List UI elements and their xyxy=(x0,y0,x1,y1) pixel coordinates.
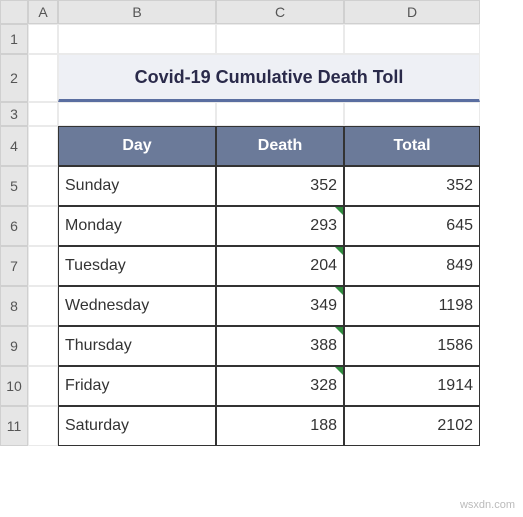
cell-d3[interactable] xyxy=(344,102,480,126)
cell-total-3[interactable]: 1198 xyxy=(344,286,480,326)
th-day[interactable]: Day xyxy=(58,126,216,166)
row-header-10[interactable]: 10 xyxy=(0,366,28,406)
cell-a6[interactable] xyxy=(28,206,58,246)
cell-death-0[interactable]: 352 xyxy=(216,166,344,206)
cell-death-5[interactable]: 328 xyxy=(216,366,344,406)
cell-death-2[interactable]: 204 xyxy=(216,246,344,286)
cell-a7[interactable] xyxy=(28,246,58,286)
row-header-8[interactable]: 8 xyxy=(0,286,28,326)
row-header-5[interactable]: 5 xyxy=(0,166,28,206)
row-header-11[interactable]: 11 xyxy=(0,406,28,446)
th-total[interactable]: Total xyxy=(344,126,480,166)
cell-day-3[interactable]: Wednesday xyxy=(58,286,216,326)
cell-total-6[interactable]: 2102 xyxy=(344,406,480,446)
row-header-1[interactable]: 1 xyxy=(0,24,28,54)
col-header-d[interactable]: D xyxy=(344,0,480,24)
cell-a4[interactable] xyxy=(28,126,58,166)
row-header-9[interactable]: 9 xyxy=(0,326,28,366)
cell-a3[interactable] xyxy=(28,102,58,126)
cell-b1[interactable] xyxy=(58,24,216,54)
cell-total-1[interactable]: 645 xyxy=(344,206,480,246)
col-header-b[interactable]: B xyxy=(58,0,216,24)
row-header-4[interactable]: 4 xyxy=(0,126,28,166)
cell-death-1[interactable]: 293 xyxy=(216,206,344,246)
cell-d1[interactable] xyxy=(344,24,480,54)
row-header-2[interactable]: 2 xyxy=(0,54,28,102)
cell-day-2[interactable]: Tuesday xyxy=(58,246,216,286)
cell-c3[interactable] xyxy=(216,102,344,126)
cell-death-3[interactable]: 349 xyxy=(216,286,344,326)
cell-day-5[interactable]: Friday xyxy=(58,366,216,406)
cell-total-0[interactable]: 352 xyxy=(344,166,480,206)
cell-a10[interactable] xyxy=(28,366,58,406)
th-death[interactable]: Death xyxy=(216,126,344,166)
cell-total-2[interactable]: 849 xyxy=(344,246,480,286)
col-header-a[interactable]: A xyxy=(28,0,58,24)
cell-total-5[interactable]: 1914 xyxy=(344,366,480,406)
col-header-c[interactable]: C xyxy=(216,0,344,24)
cell-c1[interactable] xyxy=(216,24,344,54)
row-header-3[interactable]: 3 xyxy=(0,102,28,126)
cell-day-0[interactable]: Sunday xyxy=(58,166,216,206)
select-all-corner[interactable] xyxy=(0,0,28,24)
watermark: wsxdn.com xyxy=(460,499,515,511)
title-cell[interactable]: Covid-19 Cumulative Death Toll xyxy=(58,54,480,102)
row-header-6[interactable]: 6 xyxy=(0,206,28,246)
cell-day-1[interactable]: Monday xyxy=(58,206,216,246)
cell-death-6[interactable]: 188 xyxy=(216,406,344,446)
cell-a2[interactable] xyxy=(28,54,58,102)
cell-day-4[interactable]: Thursday xyxy=(58,326,216,366)
cell-day-6[interactable]: Saturday xyxy=(58,406,216,446)
cell-b3[interactable] xyxy=(58,102,216,126)
cell-a1[interactable] xyxy=(28,24,58,54)
spreadsheet-grid[interactable]: A B C D 1 2 Covid-19 Cumulative Death To… xyxy=(0,0,523,446)
cell-death-4[interactable]: 388 xyxy=(216,326,344,366)
cell-a5[interactable] xyxy=(28,166,58,206)
cell-a8[interactable] xyxy=(28,286,58,326)
cell-a11[interactable] xyxy=(28,406,58,446)
cell-total-4[interactable]: 1586 xyxy=(344,326,480,366)
row-header-7[interactable]: 7 xyxy=(0,246,28,286)
cell-a9[interactable] xyxy=(28,326,58,366)
